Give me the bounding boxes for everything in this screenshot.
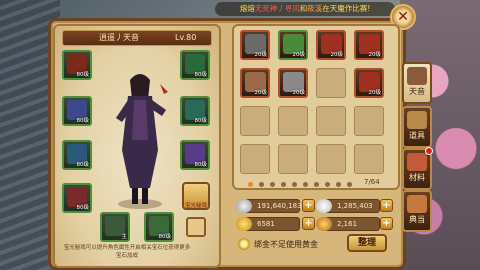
add-gold-button[interactable]: +	[302, 217, 315, 230]
tab-label: 天音	[409, 87, 425, 96]
bag-item[interactable]: 20级	[354, 30, 384, 60]
slot-level: 80级	[194, 118, 208, 124]
equip-slot-bracer[interactable]: 80级	[180, 96, 210, 126]
tab-pawn[interactable]: 典当	[402, 190, 432, 232]
slot-level: 80级	[76, 162, 90, 168]
scroll-icon	[407, 195, 427, 213]
page-dot[interactable]	[259, 182, 264, 187]
tab-materials[interactable]: 材料	[402, 147, 433, 190]
bag-item[interactable]: 20级	[354, 68, 384, 98]
page-dot[interactable]	[270, 182, 275, 187]
slot-level: 主	[121, 234, 127, 240]
tab-items[interactable]: 道具	[402, 106, 432, 148]
player-level: Lv.80	[175, 33, 197, 42]
equip-slot-pants[interactable]: 80级	[62, 140, 92, 170]
equip-slot-boots[interactable]: 80级	[62, 183, 92, 213]
bag-slot-empty[interactable]	[278, 144, 308, 174]
bound-gold-field: 2,161	[324, 217, 380, 231]
page-dot[interactable]	[325, 182, 330, 187]
use-gold-label: 绑金不足使用黄金	[254, 240, 318, 249]
bag-slot-empty[interactable]	[240, 144, 270, 174]
notification-badge	[425, 147, 433, 155]
gem-forge-button[interactable]: 宝光秘戏	[182, 182, 210, 210]
equip-slot-necklace[interactable]: 80级	[180, 50, 210, 80]
gold-ingot-icon	[236, 217, 252, 231]
gold-field: 6581	[244, 217, 300, 231]
bag-slot-empty[interactable]	[354, 144, 384, 174]
box-icon	[407, 111, 427, 129]
bag-count: 7/64	[364, 178, 380, 186]
notice-text: 在天魔作比赛!	[322, 4, 371, 13]
gem-forge-label: 宝光秘戏	[184, 203, 207, 209]
item-level: 20级	[292, 52, 306, 58]
character-model	[116, 74, 168, 209]
tab-label: 典当	[409, 215, 425, 224]
bound-gold-ingot-icon	[316, 217, 332, 231]
item-level: 20级	[330, 52, 344, 58]
bag-item[interactable]: 20级	[240, 30, 270, 60]
bag-slot-empty[interactable]	[240, 106, 270, 136]
gold-value: 6581	[257, 220, 275, 228]
item-level: 20级	[254, 52, 268, 58]
slot-level: 80级	[76, 118, 90, 124]
notice-player: 无死神丿寻风	[254, 4, 300, 13]
add-bound-gold-button[interactable]: +	[380, 217, 393, 230]
sword-icon	[407, 67, 427, 85]
equip-slot-amulet[interactable]: 主	[100, 212, 130, 242]
page-dot[interactable]	[292, 182, 297, 187]
page-dot[interactable]	[281, 182, 286, 187]
bag-item[interactable]: 20级	[240, 68, 270, 98]
equip-slot-jade[interactable]: 80级	[144, 212, 174, 242]
copper-ingot-icon	[316, 199, 332, 213]
bag-slot-empty[interactable]	[278, 106, 308, 136]
use-gold-checkbox[interactable]	[238, 238, 250, 250]
bound-gold-value: 2,161	[337, 220, 358, 228]
page-dot[interactable]	[248, 182, 253, 187]
slot-level: 80级	[76, 205, 90, 211]
copper-value: 1,285,403	[337, 202, 373, 210]
page-dot[interactable]	[303, 182, 308, 187]
page-dot[interactable]	[314, 182, 319, 187]
equip-slot-belt[interactable]: 80级	[180, 140, 210, 170]
bag-slot-empty[interactable]	[354, 106, 384, 136]
item-level: 20级	[368, 52, 382, 58]
tab-label: 道具	[409, 131, 425, 140]
equip-slot-armor[interactable]: 80级	[62, 96, 92, 126]
slot-level: 80级	[76, 72, 90, 78]
bag-item[interactable]: 20级	[278, 68, 308, 98]
close-icon: ✕	[397, 9, 409, 25]
equipment-hint: 宝光秘戏可以提升角色属性开启相关宝石位获得更多宝石加成	[63, 245, 191, 259]
bag-slot-empty[interactable]	[316, 68, 346, 98]
slot-level: 80级	[158, 234, 172, 240]
bag-item[interactable]: 20级	[278, 30, 308, 60]
slot-level: 80级	[194, 72, 208, 78]
player-name: 逍遥丿天音	[99, 33, 139, 42]
bag-item[interactable]: 20级	[316, 30, 346, 60]
system-notice: 熔熔无死神丿寻风和筱溪在天魔作比赛!	[215, 2, 395, 16]
equip-slot-weapon[interactable]: 80级	[62, 50, 92, 80]
tab-label: 材料	[409, 173, 425, 182]
add-silver-button[interactable]: +	[302, 199, 315, 212]
notice-text: 熔熔	[239, 4, 255, 13]
player-name-bar: 逍遥丿天音 Lv.80	[62, 30, 212, 46]
item-level: 20级	[254, 90, 268, 96]
silver-ingot-icon	[236, 199, 252, 213]
page-dot[interactable]	[336, 182, 341, 187]
page-dot[interactable]	[347, 182, 352, 187]
item-level: 20级	[292, 90, 306, 96]
slot-level: 80级	[194, 162, 208, 168]
silver-value: 191,640,183	[257, 202, 302, 210]
item-level: 20级	[368, 90, 382, 96]
tab-tianyin[interactable]: 天音	[402, 62, 432, 104]
copper-field: 1,285,403	[324, 199, 380, 213]
crystal-icon	[407, 153, 427, 171]
bag-slot-empty[interactable]	[316, 106, 346, 136]
silver-field: 191,640,183	[244, 199, 302, 213]
sort-button[interactable]: 整理	[347, 234, 387, 252]
add-copper-button[interactable]: +	[380, 199, 393, 212]
notice-player: 筱溪	[307, 4, 323, 13]
bag-slot-empty[interactable]	[316, 144, 346, 174]
lock-icon[interactable]	[186, 217, 206, 237]
